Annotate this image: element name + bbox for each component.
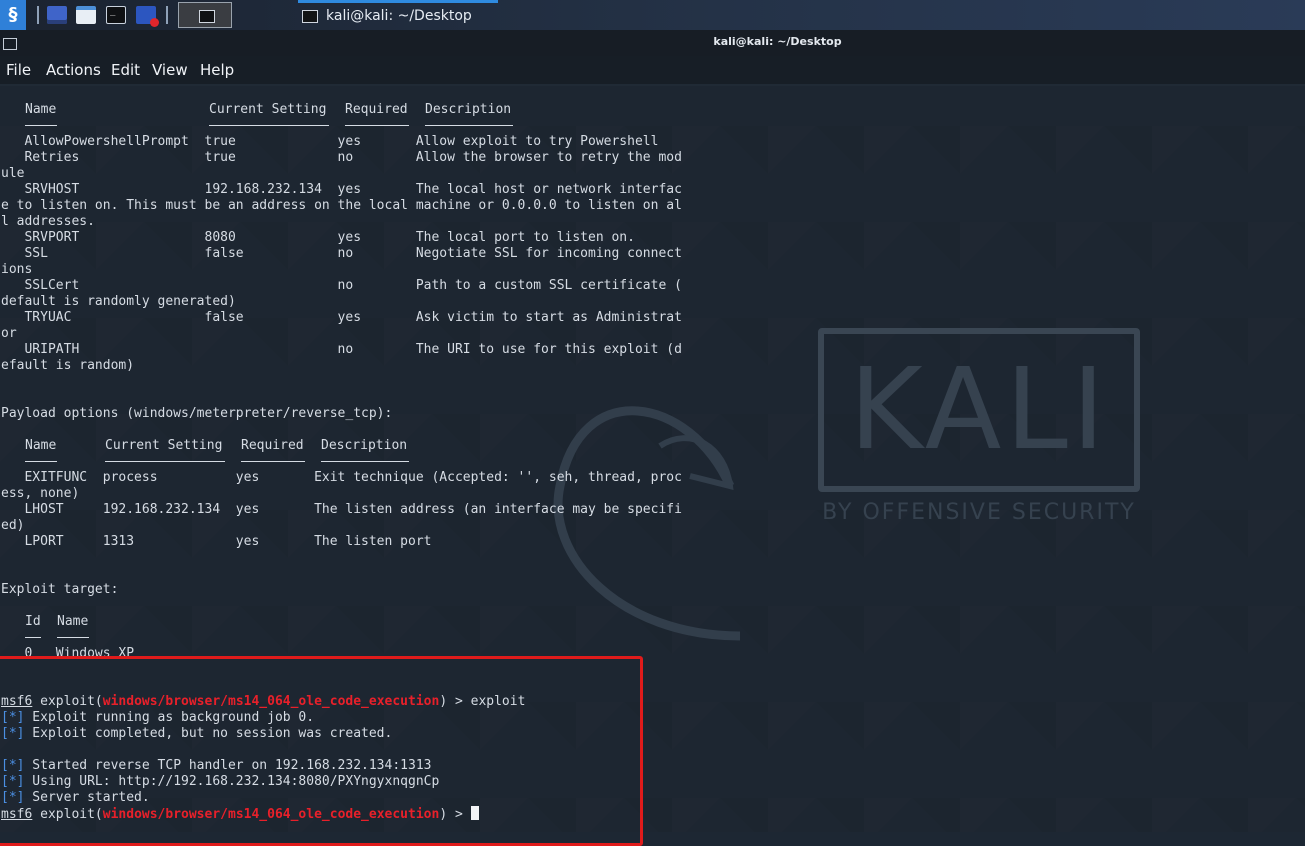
header-underline [321,461,409,462]
header-underline [345,125,409,126]
terminal-thumbnail-icon [199,10,215,23]
option-line: ule [1,166,25,181]
header-underline [25,125,57,126]
header-underline [57,637,89,638]
menu-file[interactable]: File [6,61,31,79]
option-line: l addresses. [1,214,95,229]
payload-option-line: EXITFUNC process yes Exit technique (Acc… [1,470,682,485]
taskbar-window-button[interactable]: kali@kali: ~/Desktop [298,0,498,30]
exploit-target-heading: Exploit target: [1,582,119,597]
highlight-annotation-box [0,656,643,846]
option-line: or [1,326,17,341]
column-header-name: Name [25,438,57,453]
option-line: SRVHOST 192.168.232.134 yes The local ho… [1,182,682,197]
option-line: SRVPORT 8080 yes The local port to liste… [1,230,635,245]
exploit-target-row: 0 Windows XP [1,646,135,656]
option-line: e to listen on. This must be an address … [1,198,682,213]
window-titlebar[interactable]: kali@kali: ~/Desktop [0,30,1305,56]
payload-option-line: LHOST 192.168.232.134 yes The listen add… [1,502,682,517]
window-title: kali@kali: ~/Desktop [713,35,842,48]
header-underline [25,461,57,462]
column-header-description: Description [321,438,408,453]
column-header-description: Description [425,102,512,117]
file-manager-icon[interactable] [76,6,96,24]
taskbar-window-title: kali@kali: ~/Desktop [326,8,472,24]
option-line: Retries true no Allow the browser to ret… [1,150,682,165]
option-line: AllowPowershellPrompt true yes Allow exp… [1,134,659,149]
option-line: SSL false no Negotiate SSL for incoming … [1,246,682,261]
kali-menu-icon[interactable]: § [0,0,26,30]
payload-option-line: ed) [1,518,25,533]
menu-edit[interactable]: Edit [111,61,140,79]
option-line: SSLCert no Path to a custom SSL certific… [1,278,682,293]
screen-recorder-icon[interactable] [136,6,159,27]
header-underline [105,461,225,462]
column-header-name: Name [57,614,89,629]
workspace-button[interactable] [178,2,232,28]
terminal-launcher-icon[interactable] [106,6,126,24]
kali-dragon-watermark [553,406,741,641]
column-header-setting: Current Setting [209,102,327,117]
column-header-id: Id [25,614,41,629]
terminal-window-icon [302,10,318,23]
header-underline [425,125,513,126]
show-desktop-icon[interactable] [47,6,67,24]
header-underline [209,125,329,126]
header-underline [25,637,41,638]
menu-help[interactable]: Help [200,61,234,79]
column-header-required: Required [345,102,408,117]
menu-view[interactable]: View [152,61,188,79]
top-panel: § kali@kali: ~/Desktop [0,0,1305,31]
option-line: TRYUAC false yes Ask victim to start as … [1,310,682,325]
option-line: efault is random) [1,358,135,373]
column-header-required: Required [241,438,304,453]
panel-separator [37,6,39,24]
menu-actions[interactable]: Actions [46,61,101,79]
panel-separator [166,6,168,24]
option-line: URIPATH no The URI to use for this explo… [1,342,682,357]
payload-option-line: ess, none) [1,486,80,501]
menu-bar: File Actions Edit View Help [0,56,1305,84]
header-underline [241,461,305,462]
kali-logo-text: KALI [849,345,1109,475]
column-header-setting: Current Setting [105,438,223,453]
kali-logo-tagline: BY OFFENSIVE SECURITY [822,500,1136,525]
payload-options-heading: Payload options (windows/meterpreter/rev… [1,406,393,421]
option-line: default is randomly generated) [1,294,236,309]
payload-option-line: LPORT 1313 yes The listen port [1,534,432,549]
option-line: ions [1,262,33,277]
column-header-name: Name [25,102,57,117]
